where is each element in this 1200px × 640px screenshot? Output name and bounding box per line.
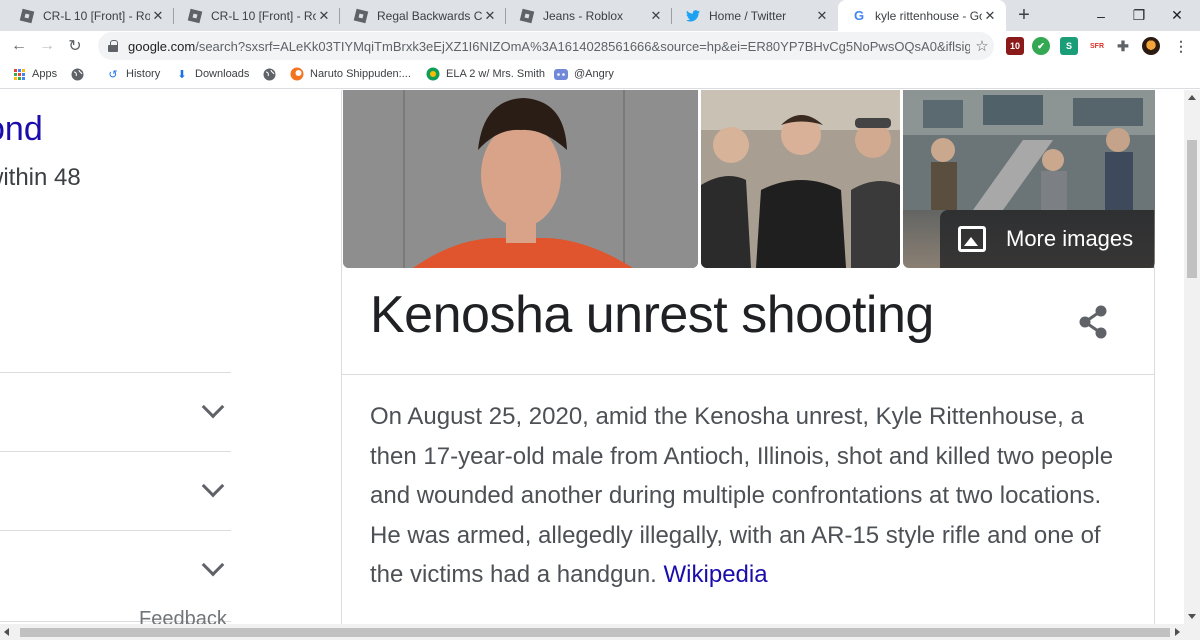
more-images-button[interactable]: More images (940, 210, 1154, 268)
close-window-button[interactable]: ✕ (1154, 0, 1200, 31)
bookmark-angry[interactable]: @Angry (554, 61, 614, 87)
close-tab-icon[interactable]: ✕ (150, 8, 166, 24)
chevron-down-icon (201, 553, 225, 577)
bookmark-globe-1[interactable] (70, 61, 90, 87)
roblox-icon (519, 8, 535, 23)
back-icon[interactable]: ← (6, 31, 32, 61)
tab-roblox-2[interactable]: CR-L 10 [Front] - Roblox ✕ (174, 0, 340, 31)
history-icon: ↺ (108, 68, 118, 81)
horizontal-scrollbar[interactable] (0, 624, 1200, 640)
google-icon: G (853, 8, 865, 23)
roblox-icon (19, 8, 35, 23)
scroll-left-icon[interactable] (4, 628, 9, 636)
roblox-icon (187, 8, 203, 23)
tab-title: Regal Backwards Cap - Roblox (377, 8, 482, 23)
roblox-icon (353, 8, 369, 23)
close-tab-icon[interactable]: ✕ (814, 8, 830, 24)
chevron-down-icon (201, 395, 225, 419)
close-tab-icon[interactable]: ✕ (316, 8, 332, 24)
classroom-icon (426, 67, 440, 81)
scrollbar-thumb[interactable] (20, 628, 1170, 637)
scroll-up-icon[interactable] (1188, 95, 1196, 100)
globe-icon (262, 67, 276, 81)
knowledge-image-2[interactable] (701, 90, 900, 268)
tab-strip: CR-L 10 [Front] - Roblox ✕ CR-L 10 [Fron… (0, 0, 1200, 31)
chevron-down-icon (201, 474, 225, 498)
tab-twitter[interactable]: Home / Twitter ✕ (672, 0, 838, 31)
wikipedia-link[interactable]: Wikipedia (664, 561, 768, 588)
bookmark-naruto[interactable]: Naruto Shippuden:... (290, 61, 411, 87)
download-icon: ⬇ (177, 68, 187, 81)
result-link[interactable]: ond (0, 110, 43, 149)
related-question-1[interactable] (0, 372, 231, 451)
avatar[interactable] (1142, 37, 1160, 55)
menu-dots-icon[interactable]: ⋮ (1172, 37, 1190, 55)
close-tab-icon[interactable]: ✕ (482, 8, 498, 24)
tab-regal-cap[interactable]: Regal Backwards Cap - Roblox ✕ (340, 0, 506, 31)
bookmark-globe-2[interactable] (262, 61, 282, 87)
tab-google-search[interactable]: G kyle rittenhouse - Google Search ✕ (838, 0, 1006, 31)
url-text[interactable]: google.com/search?sxsrf=ALeKk03TIYMqiTmB… (128, 39, 970, 54)
close-tab-icon[interactable]: ✕ (648, 8, 664, 24)
lock-icon (108, 40, 118, 52)
knowledge-panel-title: Kenosha unrest shooting (370, 286, 934, 344)
twitter-icon (686, 9, 700, 23)
bookmark-downloads[interactable]: ⬇ Downloads (175, 61, 249, 87)
vertical-scrollbar[interactable] (1184, 90, 1200, 624)
knowledge-image-1[interactable] (343, 90, 698, 268)
crunchyroll-icon (290, 67, 304, 81)
close-tab-icon[interactable]: ✕ (982, 8, 998, 24)
extension-sfr-icon[interactable]: SFR (1086, 37, 1108, 55)
tab-title: kyle rittenhouse - Google Search (875, 8, 982, 23)
bookmark-history[interactable]: ↺ History (106, 61, 160, 87)
result-snippet: within 48 (0, 164, 81, 191)
related-question-2[interactable] (0, 451, 231, 530)
related-question-3[interactable] (0, 530, 231, 609)
tab-title: CR-L 10 [Front] - Roblox (211, 8, 316, 23)
tab-roblox-1[interactable]: CR-L 10 [Front] - Roblox ✕ (6, 0, 174, 31)
tab-title: Home / Twitter (709, 8, 787, 23)
apps-grid-icon (12, 67, 26, 81)
reload-icon[interactable]: ↻ (62, 31, 88, 61)
bookmark-apps[interactable]: Apps (12, 61, 57, 87)
bookmark-ela[interactable]: ELA 2 w/ Mrs. Smith (426, 61, 545, 87)
search-results-page: ond within 48 Feedback (0, 90, 1184, 624)
tab-title: CR-L 10 [Front] - Roblox (43, 8, 150, 23)
scroll-down-icon[interactable] (1188, 614, 1196, 619)
share-icon[interactable] (1074, 303, 1112, 341)
new-tab-button[interactable]: + (1010, 0, 1038, 31)
knowledge-panel: More images Kenosha unrest shooting On A… (341, 90, 1155, 624)
divider (342, 374, 1154, 375)
bookmark-star-icon[interactable]: ☆ (970, 37, 994, 55)
discord-icon (554, 67, 568, 81)
forward-icon[interactable]: → (34, 31, 60, 61)
extensions-puzzle-icon[interactable]: ✚ (1114, 37, 1132, 55)
extension-check-icon[interactable]: ✔ (1032, 37, 1050, 55)
feedback-link[interactable]: Feedback (139, 608, 227, 624)
image-icon (958, 226, 986, 252)
bookmarks-bar: Apps ↺ History ⬇ Downloads Naruto Shippu… (0, 61, 1200, 89)
scroll-right-icon[interactable] (1175, 628, 1180, 636)
globe-icon (70, 67, 84, 81)
extension-s-icon[interactable]: S (1060, 37, 1078, 55)
scrollbar-thumb[interactable] (1187, 140, 1197, 278)
tab-jeans[interactable]: Jeans - Roblox ✕ (506, 0, 672, 31)
knowledge-panel-description: On August 25, 2020, amid the Kenosha unr… (370, 403, 1114, 588)
address-bar[interactable]: google.com/search?sxsrf=ALeKk03TIYMqiTmB… (98, 32, 994, 60)
extension-10-icon[interactable]: 10 (1006, 37, 1024, 55)
tab-title: Jeans - Roblox (543, 8, 624, 23)
